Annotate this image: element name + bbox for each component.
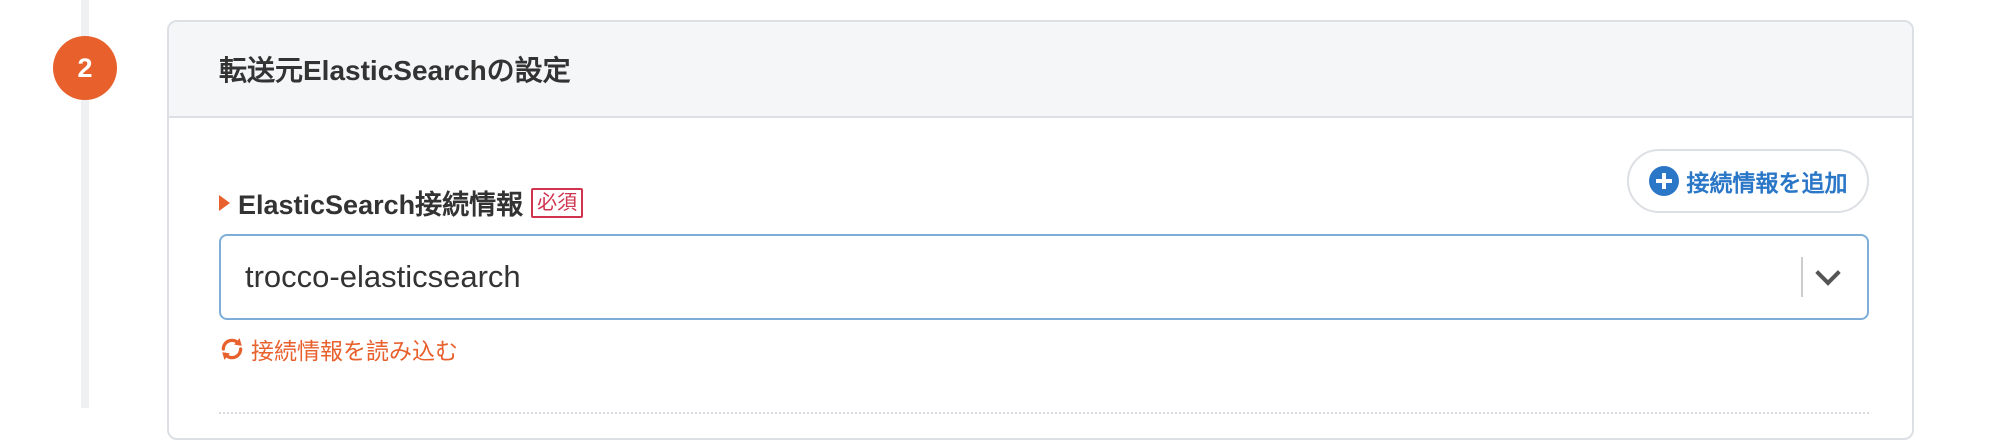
source-settings-panel: 転送元ElasticSearchの設定 ElasticSearch接続情報 必須…	[167, 20, 1914, 440]
connection-select-value: trocco-elasticsearch	[245, 259, 521, 294]
plus-circle-icon	[1648, 166, 1679, 196]
select-separator	[1801, 257, 1803, 297]
connection-field-label-row: ElasticSearch接続情報 必須	[219, 183, 584, 222]
required-badge: 必須	[531, 187, 584, 218]
reload-connections-label: 接続情報を読み込む	[251, 338, 458, 364]
connection-select[interactable]: trocco-elasticsearch	[219, 234, 1869, 320]
panel-header: 転送元ElasticSearchの設定	[169, 22, 1912, 118]
connection-field-label: ElasticSearch接続情報	[238, 190, 524, 220]
panel-title: 転送元ElasticSearchの設定	[219, 55, 571, 86]
caret-right-icon	[219, 194, 230, 211]
add-connection-label: 接続情報を追加	[1686, 170, 1848, 196]
sync-icon	[221, 338, 243, 360]
reload-connections-link[interactable]: 接続情報を読み込む	[219, 332, 458, 366]
chevron-down-icon[interactable]	[1815, 260, 1841, 286]
section-divider	[219, 412, 1869, 414]
step-number-badge: 2	[53, 36, 117, 100]
add-connection-button[interactable]: 接続情報を追加	[1627, 149, 1869, 213]
